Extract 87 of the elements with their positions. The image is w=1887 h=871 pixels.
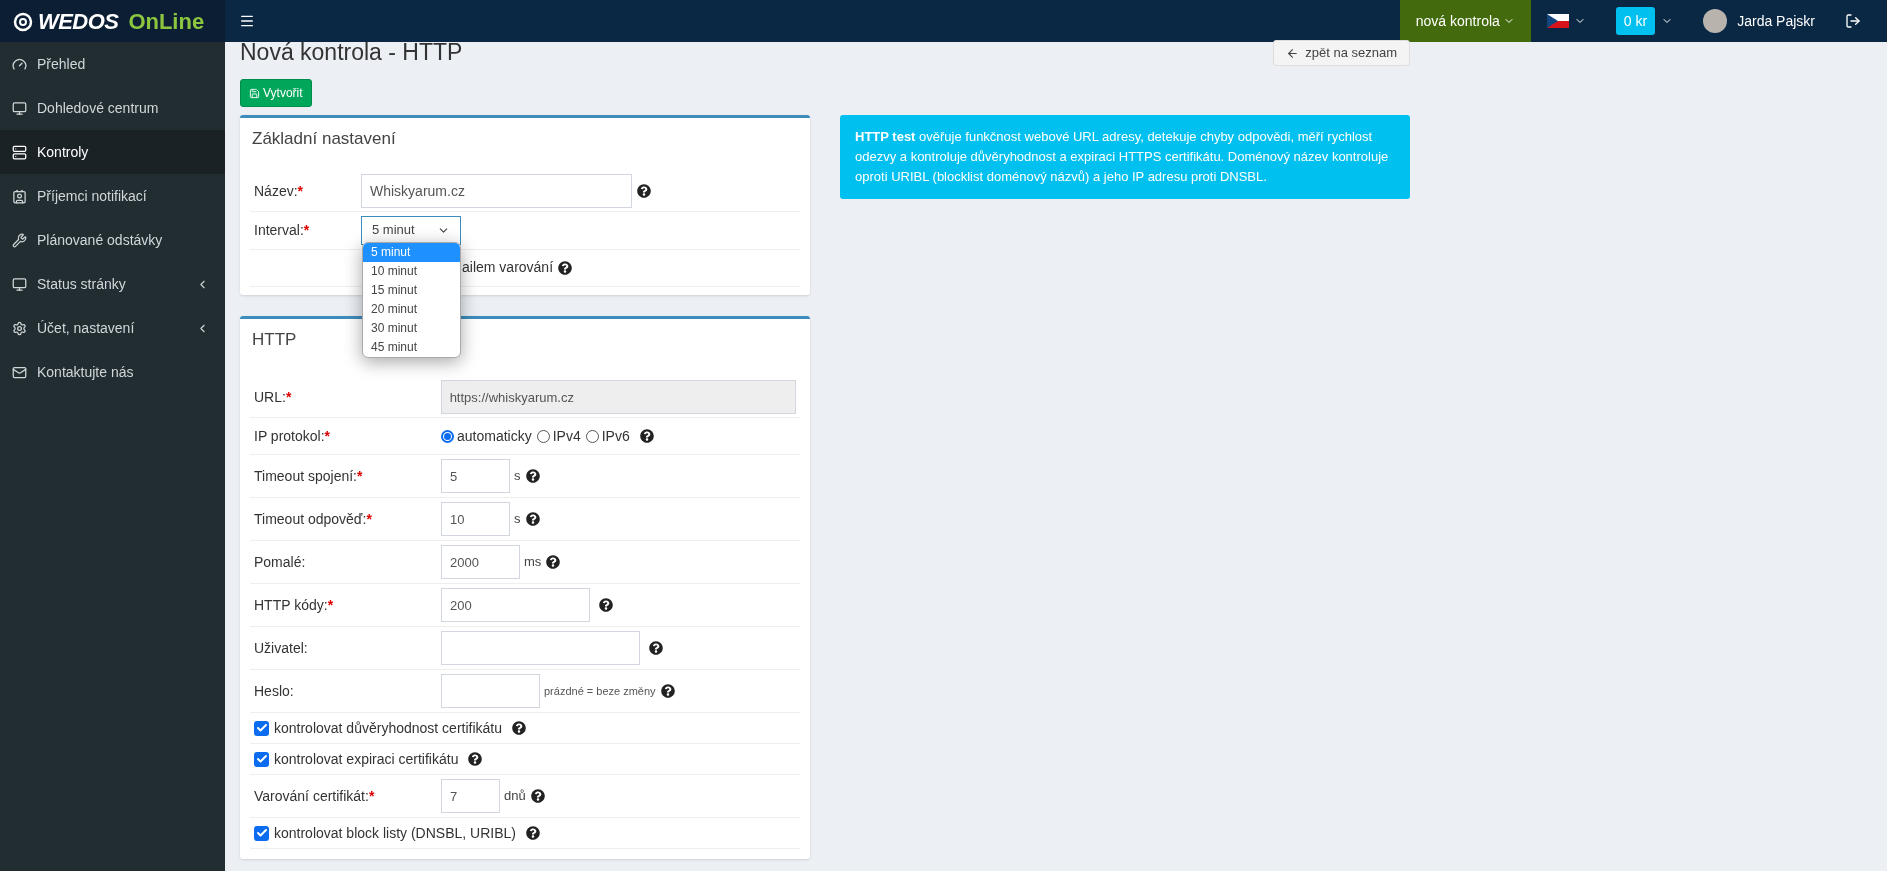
gears-icon: [12, 320, 27, 336]
help-icon[interactable]: [637, 184, 651, 198]
field-label: Timeout odpověď:*: [254, 511, 372, 527]
field-label: Varování certifikát:*: [254, 788, 375, 804]
dropdown-option[interactable]: 15 minut: [363, 280, 460, 300]
sidebar-item[interactable]: Dohledové centrum: [0, 86, 225, 130]
card-title: Základní nastavení: [252, 129, 396, 148]
text-input[interactable]: 5: [441, 459, 510, 493]
text-input[interactable]: 200: [441, 588, 590, 622]
help-icon[interactable]: [530, 789, 545, 803]
text-input[interactable]: [441, 674, 540, 708]
radio-label[interactable]: automaticky: [457, 425, 532, 447]
interval-select[interactable]: 5 minut: [361, 215, 461, 245]
new-check-button[interactable]: nová kontrola: [1399, 0, 1531, 42]
checkbox-label[interactable]: kontrolovat expiraci certifikátu: [274, 748, 459, 770]
checkbox-label[interactable]: kontrolovat block listy (DNSBL, URIBL): [274, 822, 516, 844]
radio-label[interactable]: IPv4: [552, 425, 581, 447]
envelope-icon: [12, 364, 27, 380]
unit-label: ms: [524, 553, 542, 572]
text-input[interactable]: https://whiskyarum.cz: [440, 380, 796, 414]
contact-card-icon: [12, 188, 27, 204]
dropdown-option[interactable]: 10 minut: [363, 261, 460, 281]
avatar: [1703, 9, 1728, 33]
wrench-icon: [12, 232, 27, 248]
name-input[interactable]: Whiskyarum.cz: [361, 174, 632, 208]
field-label: Název:*: [254, 183, 304, 199]
field-label: URL:*: [254, 389, 292, 405]
server-icon: [12, 144, 27, 160]
sidebar-item[interactable]: Plánované odstávky: [0, 218, 225, 262]
help-icon[interactable]: [558, 260, 573, 275]
text-input[interactable]: 10: [441, 502, 510, 536]
menu-icon[interactable]: [239, 13, 255, 29]
dropdown-option[interactable]: 30 minut: [363, 318, 460, 338]
unit-label: s: [514, 467, 521, 486]
sidebar-item[interactable]: Přehled: [0, 42, 225, 86]
text-input[interactable]: 2000: [441, 545, 520, 579]
field-label: Timeout spojení:*: [254, 468, 363, 484]
page-title: Nová kontrola - HTTP: [240, 38, 463, 66]
radio-button[interactable]: [441, 429, 454, 443]
help-icon[interactable]: [546, 555, 561, 569]
field-label: Heslo:: [254, 683, 294, 699]
sidebar-item[interactable]: Příjemci notifikací: [0, 174, 225, 218]
checkbox-label[interactable]: kontrolovat důvěryhodnost certifikátu: [274, 717, 502, 739]
help-icon[interactable]: [599, 598, 613, 612]
field-label: Interval:*: [254, 222, 310, 238]
field-label: IP protokol:*: [254, 428, 330, 444]
gauge-icon: [12, 56, 27, 72]
dropdown-option[interactable]: 20 minut: [363, 299, 460, 319]
info-text: HTTP test ověřuje funkčnost webové URL adresy, detekuje chyby odpovědi, měří rychlost odezvy a kontroluje důvěryhodnost a expiraci HTTPS certifikátu. Doménový název kontroluje oproti URIBL (blocklist doménový názvů) a jeho IP adresu proti DNSBL.: [855, 129, 1389, 184]
back-button[interactable]: zpět na seznam: [1273, 40, 1410, 66]
help-icon[interactable]: [649, 641, 663, 655]
text-input[interactable]: [441, 631, 640, 665]
help-icon[interactable]: [525, 512, 540, 526]
checkbox[interactable]: [254, 720, 269, 736]
help-icon[interactable]: [660, 684, 675, 698]
sidebar-item[interactable]: Kontaktujte nás: [0, 350, 225, 394]
logo-product: OnLine: [128, 7, 205, 36]
field-label: HTTP kódy:*: [254, 597, 334, 613]
monitor-icon: [12, 276, 27, 292]
text-input[interactable]: 7: [441, 779, 500, 813]
logout-icon[interactable]: [1845, 13, 1861, 29]
help-icon[interactable]: [468, 752, 483, 766]
help-icon[interactable]: [525, 826, 540, 840]
radio-label[interactable]: IPv6: [601, 425, 630, 447]
help-icon[interactable]: [639, 429, 654, 443]
logo-brand: WEDOS: [38, 7, 119, 36]
dropdown-option[interactable]: 45 minut: [363, 337, 460, 357]
hint-text: prázdné = beze změny: [544, 683, 656, 699]
logo-icon: [12, 10, 34, 32]
field-label: Pomalé:: [254, 554, 306, 570]
sidebar-item[interactable]: Kontroly: [0, 130, 225, 174]
help-icon[interactable]: [512, 721, 526, 735]
option-label: ailem varování: [462, 258, 554, 277]
field-label: Uživatel:: [254, 640, 308, 656]
checkbox[interactable]: [254, 825, 269, 841]
user-name[interactable]: Jarda Pajskr: [1737, 10, 1815, 32]
unit-label: dnů: [504, 787, 526, 806]
flag-icon: [1546, 14, 1569, 28]
language-dropdown[interactable]: [1546, 14, 1586, 28]
checkbox[interactable]: [254, 751, 269, 767]
help-icon[interactable]: [525, 469, 540, 483]
monitor-icon: [12, 100, 27, 116]
arrow-left-icon: [1286, 46, 1300, 60]
card-title: HTTP: [252, 329, 297, 349]
sidebar-item[interactable]: Účet, nastavení: [0, 306, 225, 350]
unit-label: s: [514, 510, 521, 529]
sidebar-item[interactable]: Status stránky: [0, 262, 225, 306]
